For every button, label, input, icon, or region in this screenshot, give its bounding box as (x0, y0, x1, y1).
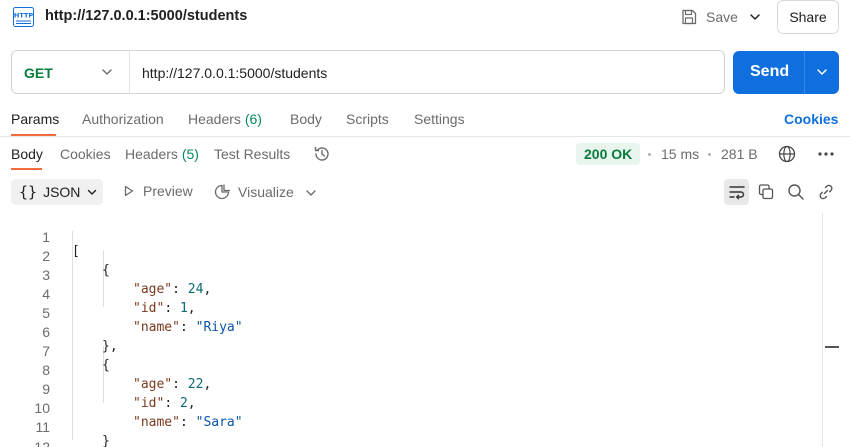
tab-response-headers[interactable]: Headers (5) (125, 146, 199, 162)
save-button[interactable]: Save (680, 5, 738, 29)
history-icon[interactable] (312, 144, 332, 164)
url-bar: GET (11, 50, 725, 94)
tab-params[interactable]: Params (11, 111, 59, 127)
svg-text:HTTP: HTTP (14, 12, 33, 20)
share-button[interactable]: Share (777, 0, 839, 34)
code-line: 7 { (0, 328, 820, 373)
tab-settings[interactable]: Settings (414, 111, 465, 127)
save-label: Save (706, 9, 738, 25)
link-icon[interactable] (817, 183, 835, 201)
visualize-button[interactable]: Visualize (213, 183, 294, 201)
braces-icon: {} (19, 183, 38, 201)
wrap-lines-icon (728, 186, 745, 200)
globe-icon[interactable] (777, 144, 797, 164)
tab-test-results[interactable]: Test Results (214, 146, 290, 162)
visualize-chevron-down-icon[interactable] (304, 186, 318, 200)
section-divider (0, 136, 850, 137)
send-label: Send (750, 63, 790, 80)
more-horizontal-icon[interactable] (816, 145, 836, 163)
response-toolbar: {} JSON Preview Visualize (0, 179, 850, 206)
code-line: 3 "age": 24, (0, 252, 820, 297)
preview-button[interactable]: Preview (122, 183, 193, 199)
send-options-chevron-icon[interactable] (815, 65, 829, 79)
scroll-position-marker[interactable] (825, 346, 839, 348)
send-divider (804, 51, 805, 94)
meta-separator (648, 153, 651, 156)
preview-label: Preview (143, 183, 193, 199)
send-button[interactable]: Send (733, 51, 839, 94)
url-divider (129, 51, 130, 93)
format-label: JSON (43, 184, 81, 200)
visualize-icon (214, 184, 230, 200)
code-line: 10 "name": "Sara" (0, 385, 820, 430)
response-tabs: Body Cookies Headers (5) Test Results 20… (0, 143, 850, 171)
tab-authorization[interactable]: Authorization (82, 111, 164, 127)
share-label: Share (789, 9, 827, 25)
code-line: 12 ] (0, 424, 820, 447)
request-title[interactable]: http://127.0.0.1:5000/students (45, 8, 247, 24)
code-line: 1 [ (0, 214, 820, 259)
code-line: 6 }, (0, 309, 820, 354)
format-select[interactable]: {} JSON (11, 179, 103, 205)
code-line: 2 { (0, 233, 820, 278)
meta-separator (708, 153, 711, 156)
code-line: 4 "id": 1, (0, 271, 820, 316)
method-chevron-down-icon[interactable] (100, 65, 114, 79)
http-icon: HTTP (13, 7, 34, 27)
tab-response-body[interactable]: Body (11, 146, 43, 162)
visualize-label: Visualize (238, 184, 294, 200)
tab-body[interactable]: Body (290, 111, 322, 127)
format-chevron-down-icon (88, 189, 97, 195)
headers-count: (6) (244, 111, 262, 127)
code-line: 5 "name": "Riya" (0, 290, 820, 335)
code-line: 11 } (0, 404, 820, 447)
tab-response-cookies[interactable]: Cookies (60, 146, 111, 162)
response-time[interactable]: 15 ms (661, 146, 699, 162)
url-input[interactable] (142, 65, 702, 81)
response-headers-count: (5) (181, 146, 199, 162)
code-scrollbar[interactable] (822, 213, 850, 447)
save-options-chevron-icon[interactable] (745, 8, 765, 26)
copy-icon[interactable] (757, 183, 775, 201)
request-title-bar: HTTP http://127.0.0.1:5000/students Save… (0, 0, 850, 34)
request-tabs: Params Authorization Headers (6) Body Sc… (0, 108, 850, 138)
code-line: 9 "id": 2, (0, 366, 820, 411)
line-number: 12 (34, 439, 50, 447)
play-icon (124, 185, 134, 197)
wrap-lines-button[interactable] (724, 179, 749, 205)
save-icon (682, 9, 697, 25)
search-icon[interactable] (787, 183, 805, 201)
cookies-link[interactable]: Cookies (784, 111, 838, 127)
method-select[interactable]: GET (24, 65, 53, 81)
response-size[interactable]: 281 B (721, 146, 758, 162)
code-line: 8 "age": 22, (0, 347, 820, 392)
tab-headers[interactable]: Headers (6) (188, 111, 262, 127)
active-response-tab-indicator (11, 168, 42, 170)
status-badge[interactable]: 200 OK (576, 143, 641, 165)
response-body-viewer[interactable]: 1 [ 2 { 3 "age": 24, 4 "id": 1, 5 "name"… (0, 212, 822, 447)
tab-scripts[interactable]: Scripts (346, 111, 389, 127)
